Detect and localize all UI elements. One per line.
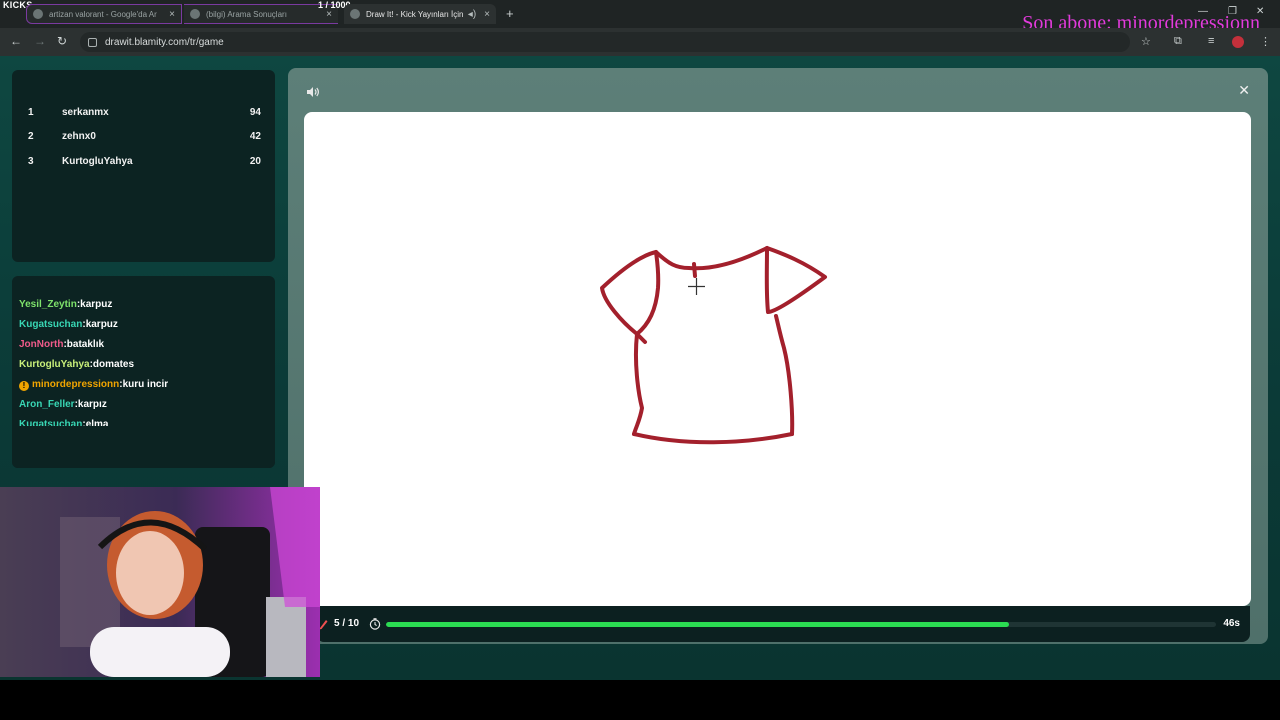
leaderboard-score: 20 bbox=[249, 155, 261, 167]
minimize-icon[interactable]: — bbox=[1198, 6, 1208, 17]
leaderboard-row: 3 KurtogluYahya 20 bbox=[28, 153, 261, 169]
letterbox-bar bbox=[0, 680, 1280, 720]
leaderboard-row: 1 serkanmx 94 bbox=[28, 104, 261, 120]
subscriber-badge-icon: ! bbox=[19, 381, 29, 391]
browser-address-bar: ← → ↻ drawit.blamity.com/tr/game ☆ ⧉ ≡ ⋮ bbox=[0, 28, 1280, 56]
time-left: 46s bbox=[1223, 618, 1240, 629]
stroke-neck-mark bbox=[692, 262, 697, 278]
chat-username: KurtogluYahya bbox=[19, 359, 90, 370]
time-progress-bar bbox=[386, 622, 1216, 627]
site-info-icon[interactable] bbox=[88, 37, 97, 47]
url-text: drawit.blamity.com/tr/game bbox=[105, 36, 224, 48]
round-status-bar: 5 / 10 46s bbox=[316, 606, 1250, 642]
chat-username: Kugatsuchan bbox=[19, 319, 83, 330]
search-favicon-icon bbox=[190, 9, 200, 19]
chat-text: bataklık bbox=[66, 339, 105, 350]
tab-close-icon[interactable]: × bbox=[326, 9, 332, 20]
tab-audio-icon[interactable]: ◂) bbox=[468, 9, 476, 20]
chat-message: Yesil_Zeytin:karpuz bbox=[19, 299, 113, 310]
drawit-favicon-icon bbox=[350, 9, 360, 19]
new-tab-plus-icon[interactable]: + bbox=[506, 6, 514, 21]
chat-feed: Yesil_Zeytin:karpuz Kugatsuchan:karpuz J… bbox=[12, 276, 275, 468]
stroke-right-sleeve bbox=[764, 246, 827, 314]
tab-title: Draw It! - Kick Yayınları İçin bbox=[366, 9, 464, 19]
leaderboard-name: zehnx0 bbox=[62, 130, 96, 142]
leaderboard-rank: 1 bbox=[28, 106, 34, 118]
forward-arrow-icon[interactable]: → bbox=[34, 34, 46, 48]
chat-username: Aron_Feller bbox=[19, 399, 75, 410]
leaderboard-score: 94 bbox=[249, 106, 261, 118]
stroke-left-sleeve bbox=[600, 250, 661, 336]
url-field[interactable]: drawit.blamity.com/tr/game bbox=[80, 32, 1130, 52]
extensions-icon[interactable]: ⧉ bbox=[1174, 35, 1182, 48]
chat-text: domates bbox=[92, 359, 135, 370]
reload-icon[interactable]: ↻ bbox=[57, 34, 67, 48]
webcam-image bbox=[0, 487, 320, 677]
leaderboard-name: serkanmx bbox=[62, 106, 109, 118]
browser-tab-bar: KICKS artizan valorant - Google'da Ar × … bbox=[0, 0, 1280, 34]
game-panel: ✕ bbox=[288, 68, 1268, 644]
tab-title: artizan valorant - Google'da Ar bbox=[49, 9, 157, 19]
chat-clip bbox=[12, 426, 275, 468]
browser-tab-google[interactable]: artizan valorant - Google'da Ar × bbox=[26, 4, 182, 24]
chat-text: kuru incir bbox=[122, 379, 169, 390]
tshirt-drawing bbox=[600, 246, 827, 445]
stroke-hem bbox=[632, 432, 794, 445]
chat-username: JonNorth bbox=[19, 339, 64, 350]
leaderboard-rank: 2 bbox=[28, 130, 34, 142]
leaderboard-rank: 3 bbox=[28, 155, 34, 167]
stroke-left-side bbox=[632, 332, 644, 436]
browser-tab-search[interactable]: (bilgi) Arama Sonuçları × bbox=[184, 4, 338, 24]
bookmark-star-icon[interactable]: ☆ bbox=[1141, 35, 1151, 48]
browser-tab-drawit[interactable]: Draw It! - Kick Yayınları İçin ◂) × bbox=[344, 4, 496, 24]
chat-message: Aron_Feller:karpız bbox=[19, 399, 107, 410]
tab-title: (bilgi) Arama Sonuçları bbox=[206, 9, 287, 19]
chat-message: JonNorth:bataklık bbox=[19, 339, 105, 350]
leaderboard-score: 42 bbox=[249, 130, 261, 142]
timer-icon bbox=[369, 618, 381, 630]
chat-username: minordepressionn bbox=[32, 379, 120, 390]
window-close-icon[interactable]: ✕ bbox=[1256, 6, 1264, 17]
maximize-icon[interactable]: ❐ bbox=[1228, 6, 1237, 17]
back-arrow-icon[interactable]: ← bbox=[10, 34, 22, 48]
drawing-canvas[interactable] bbox=[304, 112, 1251, 606]
stroke-right-side bbox=[774, 314, 795, 436]
chat-username: Yesil_Zeytin bbox=[19, 299, 77, 310]
leaderboard-name: KurtogluYahya bbox=[62, 155, 133, 167]
drawing-strokes bbox=[600, 246, 827, 445]
round-counter: 5 / 10 bbox=[334, 618, 360, 629]
stroke-neckline bbox=[654, 246, 769, 271]
leaderboard-row: 2 zehnx0 42 bbox=[28, 128, 261, 144]
profile-avatar-icon[interactable] bbox=[1232, 36, 1244, 48]
google-favicon-icon bbox=[33, 9, 43, 19]
sound-toggle-icon[interactable] bbox=[306, 86, 320, 98]
chat-message: ! minordepressionn:kuru incir bbox=[19, 379, 168, 391]
chat-text: karpuz bbox=[85, 319, 118, 330]
chat-text: karpız bbox=[77, 399, 107, 410]
browser-menu-icon[interactable]: ⋮ bbox=[1260, 35, 1271, 48]
chat-text: karpuz bbox=[80, 299, 113, 310]
time-progress-fill bbox=[386, 622, 1009, 627]
close-game-icon[interactable]: ✕ bbox=[1238, 82, 1250, 99]
cursor-crosshair-icon bbox=[688, 278, 705, 295]
tab-close-icon[interactable]: × bbox=[169, 9, 175, 20]
media-controls-icon[interactable]: ≡ bbox=[1208, 35, 1214, 47]
chat-message: Kugatsuchan:karpuz bbox=[19, 319, 118, 330]
tab-close-icon[interactable]: × bbox=[484, 9, 490, 20]
leaderboard: 1 serkanmx 94 2 zehnx0 42 3 KurtogluYahy… bbox=[12, 70, 275, 262]
chat-message: KurtogluYahya:domates bbox=[19, 359, 135, 370]
streamer-webcam bbox=[0, 487, 320, 677]
